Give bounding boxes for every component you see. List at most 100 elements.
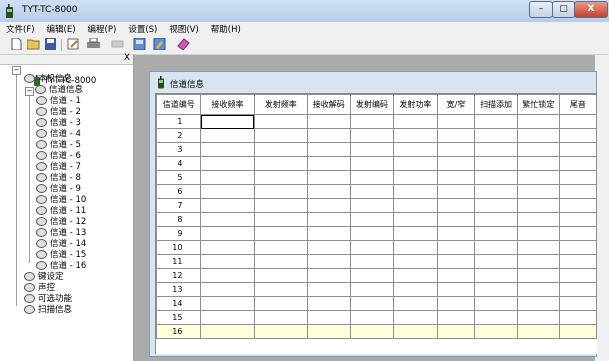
write-radio-icon[interactable] — [153, 38, 166, 50]
table-cell[interactable] — [516, 156, 560, 171]
table-cell[interactable] — [306, 296, 351, 311]
open-folder-icon[interactable] — [27, 38, 40, 50]
table-cell[interactable] — [474, 254, 518, 269]
table-cell[interactable] — [200, 212, 255, 227]
table-cell[interactable] — [200, 156, 255, 171]
table-cell[interactable] — [436, 324, 476, 339]
table-cell[interactable] — [558, 226, 597, 241]
table-cell[interactable] — [306, 268, 351, 283]
tree-item-channel-5[interactable]: 信道 - 5 — [36, 140, 81, 151]
column-header[interactable]: 发射编码 — [349, 94, 395, 115]
row-number[interactable]: 16 — [156, 324, 202, 339]
table-cell[interactable] — [200, 128, 255, 143]
table-cell[interactable] — [558, 114, 597, 129]
panel-close-button[interactable]: X — [124, 53, 130, 63]
table-cell[interactable] — [349, 296, 395, 311]
table-cell[interactable] — [253, 254, 308, 269]
table-cell[interactable] — [349, 114, 395, 129]
table-cell[interactable] — [349, 142, 395, 157]
save-icon[interactable] — [44, 38, 57, 50]
table-cell[interactable] — [200, 324, 255, 339]
table-cell[interactable] — [474, 324, 518, 339]
table-cell[interactable] — [436, 156, 476, 171]
table-cell[interactable] — [474, 296, 518, 311]
table-cell[interactable] — [474, 268, 518, 283]
tree-item-channel-8[interactable]: 信道 - 8 — [36, 173, 81, 184]
tree-collapse-toggle[interactable]: − — [12, 66, 21, 75]
tree-item-local-info[interactable]: 本机信息 — [24, 74, 72, 85]
table-cell[interactable] — [474, 198, 518, 213]
table-cell[interactable] — [200, 142, 255, 157]
table-cell[interactable] — [349, 156, 395, 171]
table-cell[interactable] — [253, 282, 308, 297]
table-cell[interactable] — [200, 282, 255, 297]
row-number[interactable]: 15 — [156, 310, 202, 325]
column-header[interactable]: 接收频率 — [200, 94, 255, 115]
table-cell[interactable] — [200, 254, 255, 269]
table-cell[interactable] — [474, 184, 518, 199]
table-cell[interactable] — [516, 226, 560, 241]
table-cell[interactable] — [253, 240, 308, 255]
row-number[interactable]: 2 — [156, 128, 202, 143]
table-cell[interactable] — [558, 240, 597, 255]
table-cell[interactable] — [253, 212, 308, 227]
table-cell[interactable] — [516, 310, 560, 325]
table-cell[interactable] — [516, 198, 560, 213]
table-cell[interactable] — [253, 114, 308, 129]
tree-item-channel-6[interactable]: 信道 - 6 — [36, 151, 81, 162]
table-cell[interactable] — [253, 324, 308, 339]
table-cell[interactable] — [474, 310, 518, 325]
table-cell[interactable] — [306, 324, 351, 339]
table-cell[interactable] — [306, 212, 351, 227]
table-cell[interactable] — [474, 170, 518, 185]
table-cell[interactable] — [349, 212, 395, 227]
row-number[interactable]: 7 — [156, 198, 202, 213]
table-cell[interactable] — [253, 310, 308, 325]
new-file-icon[interactable] — [10, 38, 23, 50]
table-cell[interactable] — [474, 282, 518, 297]
tree-item-optional-features[interactable]: 可选功能 — [24, 294, 72, 305]
row-number[interactable]: 5 — [156, 170, 202, 185]
table-cell[interactable] — [349, 226, 395, 241]
table-cell[interactable] — [349, 240, 395, 255]
table-cell[interactable] — [558, 310, 597, 325]
table-cell[interactable] — [200, 296, 255, 311]
table-cell[interactable] — [393, 282, 438, 297]
table-cell[interactable] — [474, 142, 518, 157]
table-cell[interactable] — [393, 170, 438, 185]
column-header[interactable]: 发射功率 — [393, 94, 438, 115]
close-button[interactable]: X — [574, 1, 608, 18]
table-cell[interactable] — [393, 184, 438, 199]
tree-item-channel-2[interactable]: 信道 - 2 — [36, 107, 81, 118]
table-cell[interactable] — [306, 254, 351, 269]
table-cell[interactable] — [558, 212, 597, 227]
column-header[interactable]: 繁忙锁定 — [516, 94, 560, 115]
table-cell[interactable] — [349, 170, 395, 185]
table-cell[interactable] — [349, 268, 395, 283]
table-cell[interactable] — [393, 240, 438, 255]
table-cell[interactable] — [558, 170, 597, 185]
tree-item-channel-11[interactable]: 信道 - 11 — [36, 206, 86, 217]
table-cell[interactable] — [349, 198, 395, 213]
table-cell[interactable] — [474, 128, 518, 143]
table-cell[interactable] — [253, 142, 308, 157]
table-cell[interactable] — [558, 198, 597, 213]
edit-icon[interactable] — [67, 38, 80, 50]
table-cell[interactable] — [436, 310, 476, 325]
column-header[interactable]: 宽/窄 — [436, 94, 476, 115]
tree-item-channel-16[interactable]: 信道 - 16 — [36, 261, 86, 272]
table-cell[interactable] — [436, 170, 476, 185]
table-cell[interactable] — [516, 296, 560, 311]
table-cell[interactable] — [306, 156, 351, 171]
table-cell[interactable] — [558, 268, 597, 283]
tree-item-channel-10[interactable]: 信道 - 10 — [36, 195, 86, 206]
minimize-button[interactable]: – — [529, 1, 553, 18]
table-cell[interactable] — [253, 198, 308, 213]
table-cell[interactable] — [306, 282, 351, 297]
table-cell[interactable] — [516, 142, 560, 157]
table-cell[interactable] — [558, 282, 597, 297]
table-cell[interactable] — [436, 296, 476, 311]
table-cell[interactable] — [349, 324, 395, 339]
table-cell[interactable] — [393, 198, 438, 213]
table-cell[interactable] — [393, 310, 438, 325]
